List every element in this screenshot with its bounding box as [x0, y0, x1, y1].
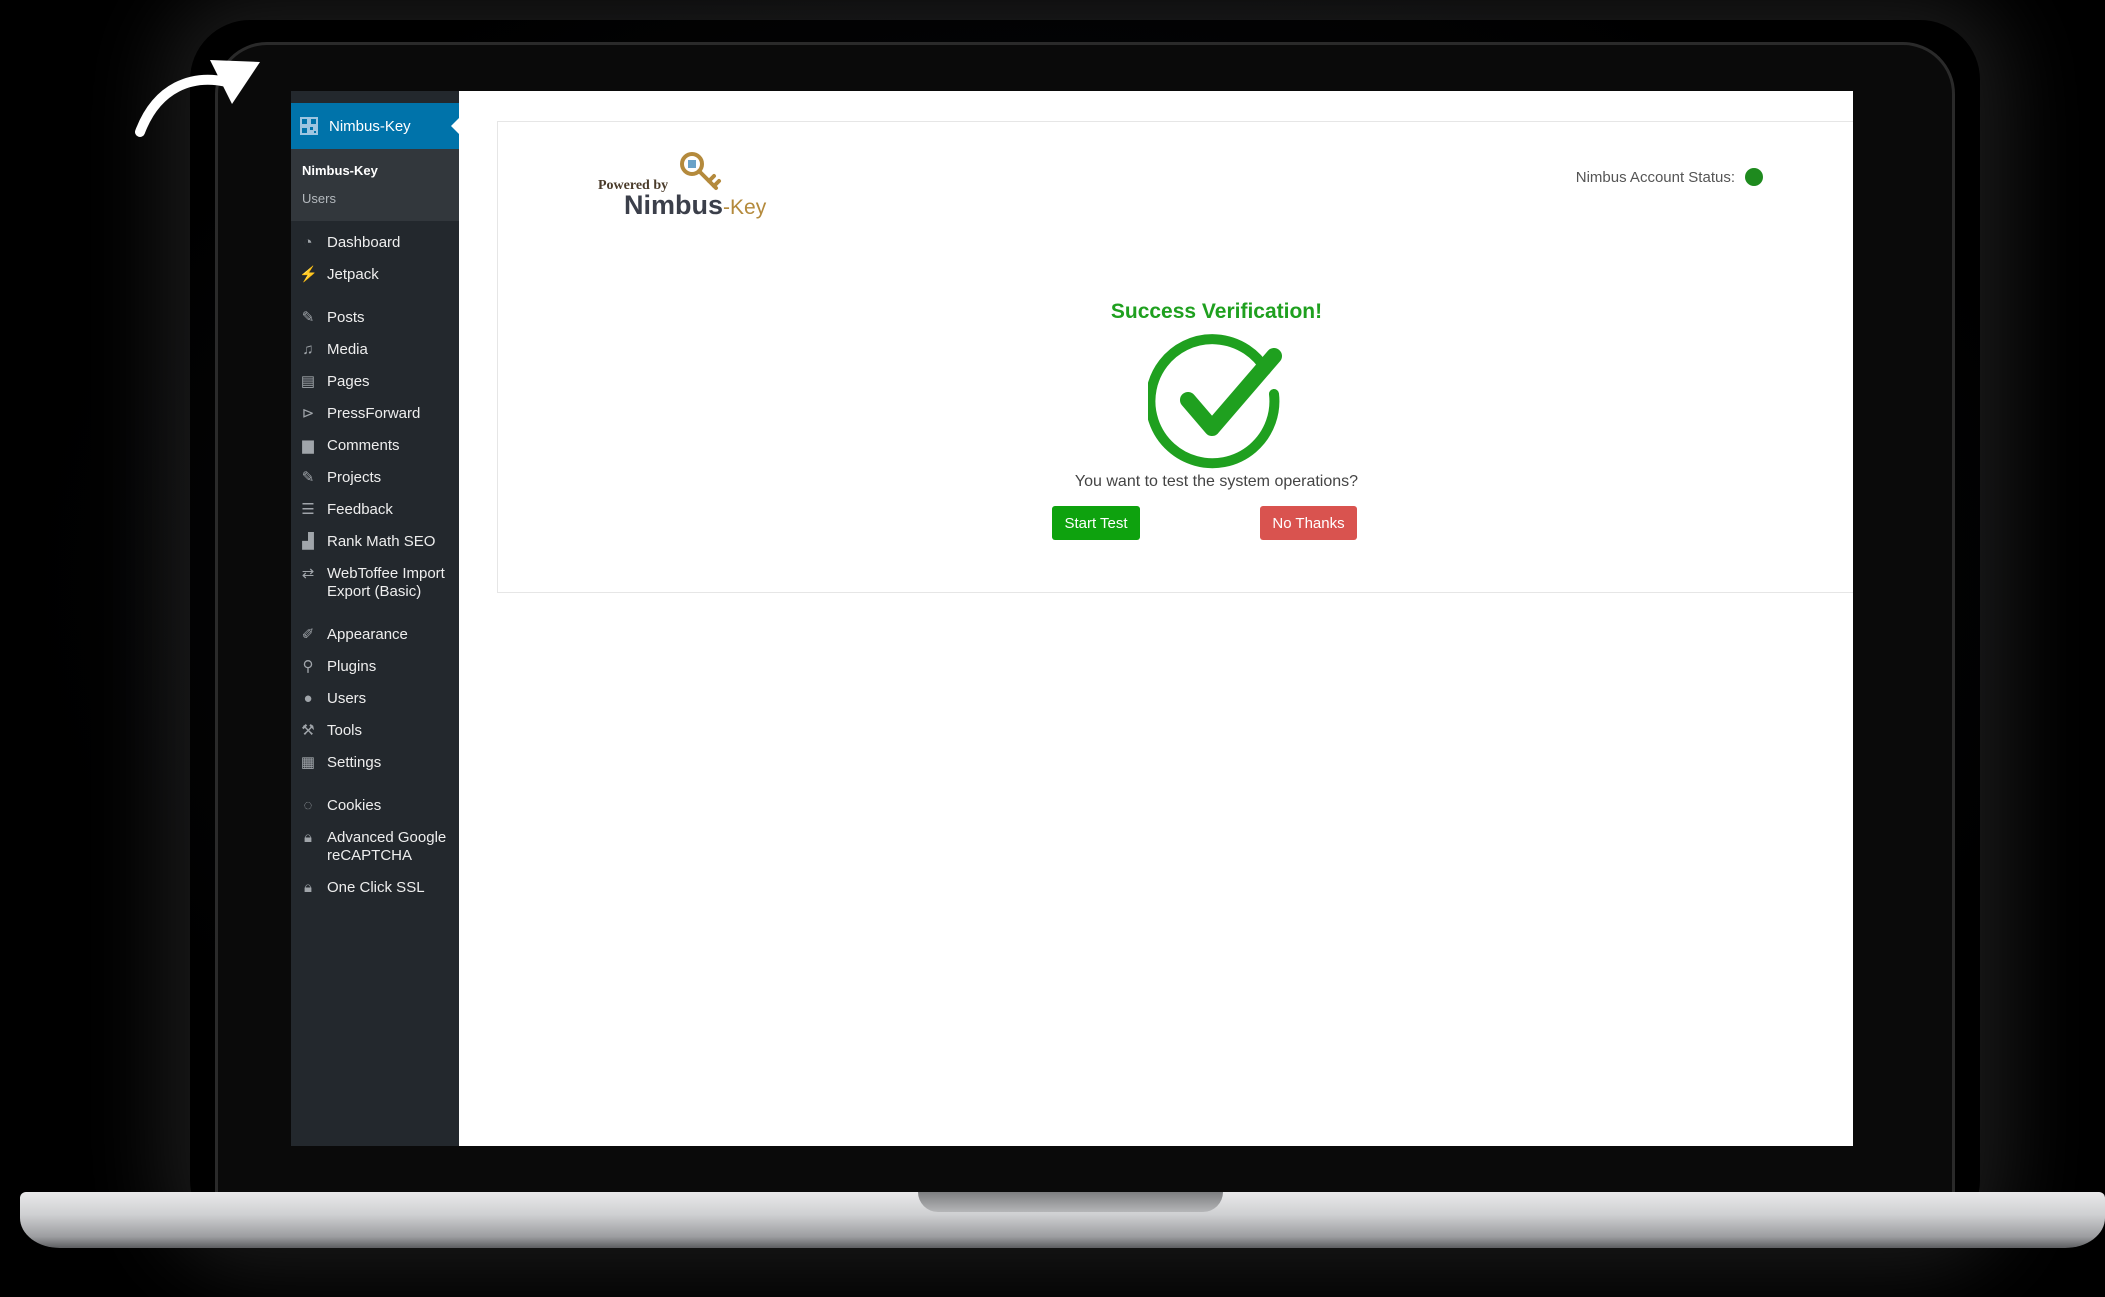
sidebar-item-label: Tools	[327, 722, 363, 739]
sidebar-item-label: Appearance	[327, 626, 408, 643]
sidebar-item-label: WebToffee Import Export (Basic)	[327, 565, 445, 600]
sidebar-item-label: Comments	[327, 437, 400, 454]
plugin-icon: ⚲	[302, 658, 314, 675]
sidebar-item-label: Plugins	[327, 658, 377, 675]
chart-icon: ▟	[302, 533, 314, 550]
sidebar-menu: ◔ Dashboard ⚡ Jetpack ✎ Posts ♫ Media ▤ Pages…	[291, 221, 459, 904]
brush-icon: ✐	[301, 626, 315, 643]
account-status-label: Nimbus Account Status:	[1575, 168, 1735, 186]
sidebar-item-label: Posts	[327, 309, 365, 326]
pages-icon: ▤	[300, 373, 316, 390]
sidebar-item-label: PressForward	[327, 405, 421, 422]
sidebar-item-label: Projects	[327, 469, 382, 486]
sidebar-item-comments[interactable]: ▆ Comments	[291, 430, 459, 462]
sidebar-item-tools[interactable]: ⚒ Tools	[291, 715, 459, 747]
sidebar-item-pages[interactable]: ▤ Pages	[291, 366, 459, 398]
brand-name: Nimbus-Key	[624, 190, 766, 221]
success-title: Success Verification!	[1110, 300, 1323, 323]
sidebar-item-feedback[interactable]: ☰ Feedback	[291, 494, 459, 526]
main-content: Powered by Nimbus-Key Nimbus Account Sta…	[459, 91, 1853, 1146]
lock-icon: 🔒︎	[304, 879, 312, 896]
sidebar-item-posts[interactable]: ✎ Posts	[291, 302, 459, 334]
pushpin-icon: ✎	[301, 469, 315, 486]
sidebar-item-settings[interactable]: ▦ Settings	[291, 747, 459, 779]
screen: Nimbus-Key Nimbus-Key Users ◔ Dashboard ⚡…	[291, 91, 1853, 1146]
submenu-item-users[interactable]: Users	[302, 185, 459, 213]
sidebar-item-jetpack[interactable]: ⚡ Jetpack	[291, 259, 459, 291]
sidebar-item-pressforward[interactable]: ⊳ PressForward	[291, 398, 459, 430]
sidebar-item-label: Jetpack	[327, 266, 379, 283]
sidebar-item-media[interactable]: ♫ Media	[291, 334, 459, 366]
sidebar-item-webtoffee[interactable]: ⇄ WebToffee Import Export (Basic)	[291, 558, 459, 608]
sidebar-item-label: Dashboard	[327, 234, 401, 251]
settings-icon: ▦	[300, 754, 316, 771]
feedback-icon: ☰	[301, 501, 315, 518]
curved-arrow-icon	[135, 60, 260, 137]
sidebar-item-appearance[interactable]: ✐ Appearance	[291, 619, 459, 651]
comment-icon: ▆	[302, 437, 314, 454]
verification-panel: Powered by Nimbus-Key Nimbus Account Sta…	[497, 121, 1853, 593]
pressforward-icon: ⊳	[301, 405, 315, 422]
admin-sidebar: Nimbus-Key Nimbus-Key Users ◔ Dashboard ⚡…	[291, 91, 459, 1146]
media-icon: ♫	[302, 341, 314, 358]
cookie-icon: ◌	[303, 797, 313, 814]
sidebar-item-label: Advanced Google reCAPTCHA	[327, 829, 447, 864]
sidebar-item-plugins[interactable]: ⚲ Plugins	[291, 651, 459, 683]
submenu-item-nimbus-key[interactable]: Nimbus-Key	[302, 157, 459, 185]
sidebar-submenu: Nimbus-Key Users	[291, 149, 459, 221]
sidebar-item-cookies[interactable]: ◌ Cookies	[291, 790, 459, 822]
user-icon: ●	[303, 690, 313, 707]
jetpack-icon: ⚡	[299, 266, 318, 283]
test-question: You want to test the system operations?	[1074, 473, 1359, 490]
lock-icon: 🔒︎	[304, 829, 312, 846]
qr-grid-icon	[300, 117, 318, 135]
sidebar-item-label: Settings	[327, 754, 382, 771]
brand-name-suffix: -Key	[723, 196, 767, 219]
status-indicator-dot	[1745, 168, 1763, 186]
sidebar-active-label: Nimbus-Key	[329, 117, 411, 135]
sidebar-item-projects[interactable]: ✎ Projects	[291, 462, 459, 494]
import-export-icon: ⇄	[301, 565, 315, 582]
sidebar-item-label: Feedback	[327, 501, 393, 518]
brand-name-main: Nimbus	[624, 190, 724, 220]
success-checkmark-icon	[1148, 334, 1282, 469]
sidebar-item-label: Users	[327, 690, 367, 707]
sidebar-item-one-click-ssl[interactable]: 🔒︎ One Click SSL	[291, 872, 459, 904]
account-status: Nimbus Account Status:	[1576, 168, 1763, 186]
wrench-icon: ⚒	[301, 722, 315, 739]
nimbus-key-logo: Powered by Nimbus-Key	[598, 150, 798, 220]
sidebar-item-users[interactable]: ● Users	[291, 683, 459, 715]
sidebar-item-label: Media	[327, 341, 368, 358]
sidebar-item-dashboard[interactable]: ◔ Dashboard	[291, 227, 459, 259]
dashboard-icon: ◔	[303, 234, 313, 251]
laptop-notch	[918, 1192, 1223, 1212]
background: Nimbus-Key Nimbus-Key Users ◔ Dashboard ⚡…	[0, 0, 2105, 1297]
sidebar-item-label: Cookies	[327, 797, 382, 814]
sidebar-item-label: Pages	[327, 373, 370, 390]
start-test-button[interactable]: Start Test	[1052, 506, 1140, 540]
sidebar-item-rank-math-seo[interactable]: ▟ Rank Math SEO	[291, 526, 459, 558]
sidebar-item-label: One Click SSL	[327, 879, 425, 896]
no-thanks-button[interactable]: No Thanks	[1260, 506, 1357, 540]
sidebar-item-label: Rank Math SEO	[327, 533, 436, 550]
sidebar-item-recaptcha[interactable]: 🔒︎ Advanced Google reCAPTCHA	[291, 822, 459, 872]
pushpin-icon: ✎	[301, 309, 315, 326]
sidebar-item-nimbus-key[interactable]: Nimbus-Key	[291, 103, 459, 149]
